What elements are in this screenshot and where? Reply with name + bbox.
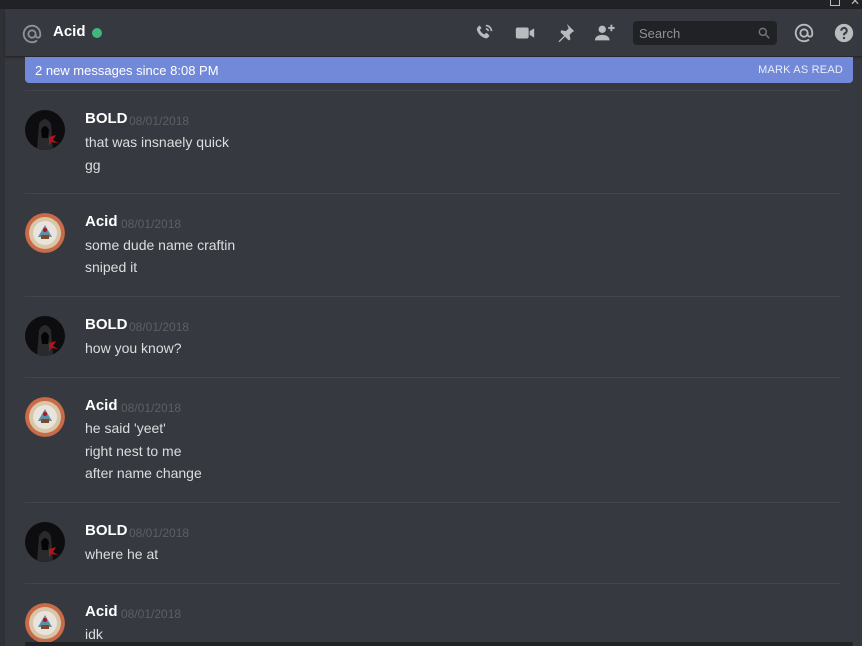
- horizontal-scrollbar[interactable]: [25, 642, 853, 646]
- search-input[interactable]: [633, 21, 751, 45]
- message-author[interactable]: BOLD: [85, 316, 128, 333]
- channel-title: Acid: [53, 23, 86, 40]
- message-author[interactable]: BOLD: [85, 110, 128, 127]
- acid-avatar[interactable]: [25, 397, 65, 437]
- message-timestamp: 08/01/2018: [129, 114, 190, 128]
- seal-emblem-icon: [25, 397, 65, 437]
- message-timestamp: 08/01/2018: [129, 320, 190, 334]
- message-list: BOLD 08/01/2018 that was insnaely quick …: [5, 84, 862, 646]
- add-friend-icon[interactable]: [594, 22, 616, 44]
- message-divider: [25, 296, 840, 297]
- acid-avatar[interactable]: [25, 603, 65, 643]
- mark-as-read-button[interactable]: MARK AS READ: [758, 64, 843, 76]
- message-author[interactable]: Acid: [85, 213, 118, 230]
- message-text: he said 'yeet': [85, 420, 166, 436]
- window-title-bar: ✕: [0, 0, 862, 9]
- message-text: some dude name craftin: [85, 237, 236, 253]
- maximize-icon[interactable]: [830, 0, 840, 6]
- message-text: sniped it: [85, 259, 138, 275]
- message-timestamp: 08/01/2018: [129, 526, 190, 540]
- call-icon[interactable]: [473, 22, 495, 44]
- message-text: that was insnaely quick: [85, 134, 229, 150]
- message-group: BOLD 08/01/2018 how you know?: [5, 316, 862, 356]
- bold-avatar[interactable]: [25, 522, 65, 562]
- message-text: gg: [85, 157, 101, 173]
- new-messages-banner[interactable]: 2 new messages since 8:08 PM MARK AS REA…: [25, 57, 853, 83]
- hooded-figure-icon: [25, 316, 65, 356]
- message-timestamp: 08/01/2018: [121, 607, 182, 621]
- message-divider: [25, 583, 840, 584]
- hooded-figure-icon: [25, 110, 65, 150]
- message-text: how you know?: [85, 340, 182, 356]
- message-group: Acid 08/01/2018 some dude name craftin s…: [5, 213, 862, 275]
- search-icon[interactable]: [757, 26, 771, 40]
- message-text: right nest to me: [85, 443, 182, 459]
- message-group: BOLD 08/01/2018 that was insnaely quick …: [5, 110, 862, 173]
- video-icon[interactable]: [514, 22, 536, 44]
- message-divider: [25, 502, 840, 503]
- message-group: Acid 08/01/2018 he said 'yeet' right nes…: [5, 397, 862, 482]
- new-messages-text: 2 new messages since 8:08 PM: [35, 63, 219, 78]
- search-bar[interactable]: [633, 21, 777, 45]
- acid-avatar[interactable]: [25, 213, 65, 253]
- bold-avatar[interactable]: [25, 316, 65, 356]
- at-icon: [22, 24, 42, 44]
- message-divider: [25, 90, 840, 91]
- seal-emblem-icon: [25, 213, 65, 253]
- message-author[interactable]: BOLD: [85, 522, 128, 539]
- message-author[interactable]: Acid: [85, 603, 118, 620]
- message-timestamp: 08/01/2018: [121, 217, 182, 231]
- channel-header: Acid: [5, 9, 862, 57]
- message-text: after name change: [85, 465, 202, 481]
- online-status-indicator: [92, 28, 102, 38]
- mentions-icon[interactable]: [793, 22, 815, 44]
- message-group: Acid 08/01/2018 idk: [5, 603, 862, 643]
- hooded-figure-icon: [25, 522, 65, 562]
- message-divider: [25, 377, 840, 378]
- message-text: idk: [85, 626, 103, 642]
- bold-avatar[interactable]: [25, 110, 65, 150]
- message-text: where he at: [85, 546, 159, 562]
- message-divider: [25, 193, 840, 194]
- close-icon[interactable]: ✕: [850, 0, 860, 8]
- message-group: BOLD 08/01/2018 where he at: [5, 522, 862, 562]
- pin-icon[interactable]: [554, 22, 576, 44]
- message-author[interactable]: Acid: [85, 397, 118, 414]
- message-timestamp: 08/01/2018: [121, 401, 182, 415]
- seal-emblem-icon: [25, 603, 65, 643]
- help-icon[interactable]: [833, 22, 855, 44]
